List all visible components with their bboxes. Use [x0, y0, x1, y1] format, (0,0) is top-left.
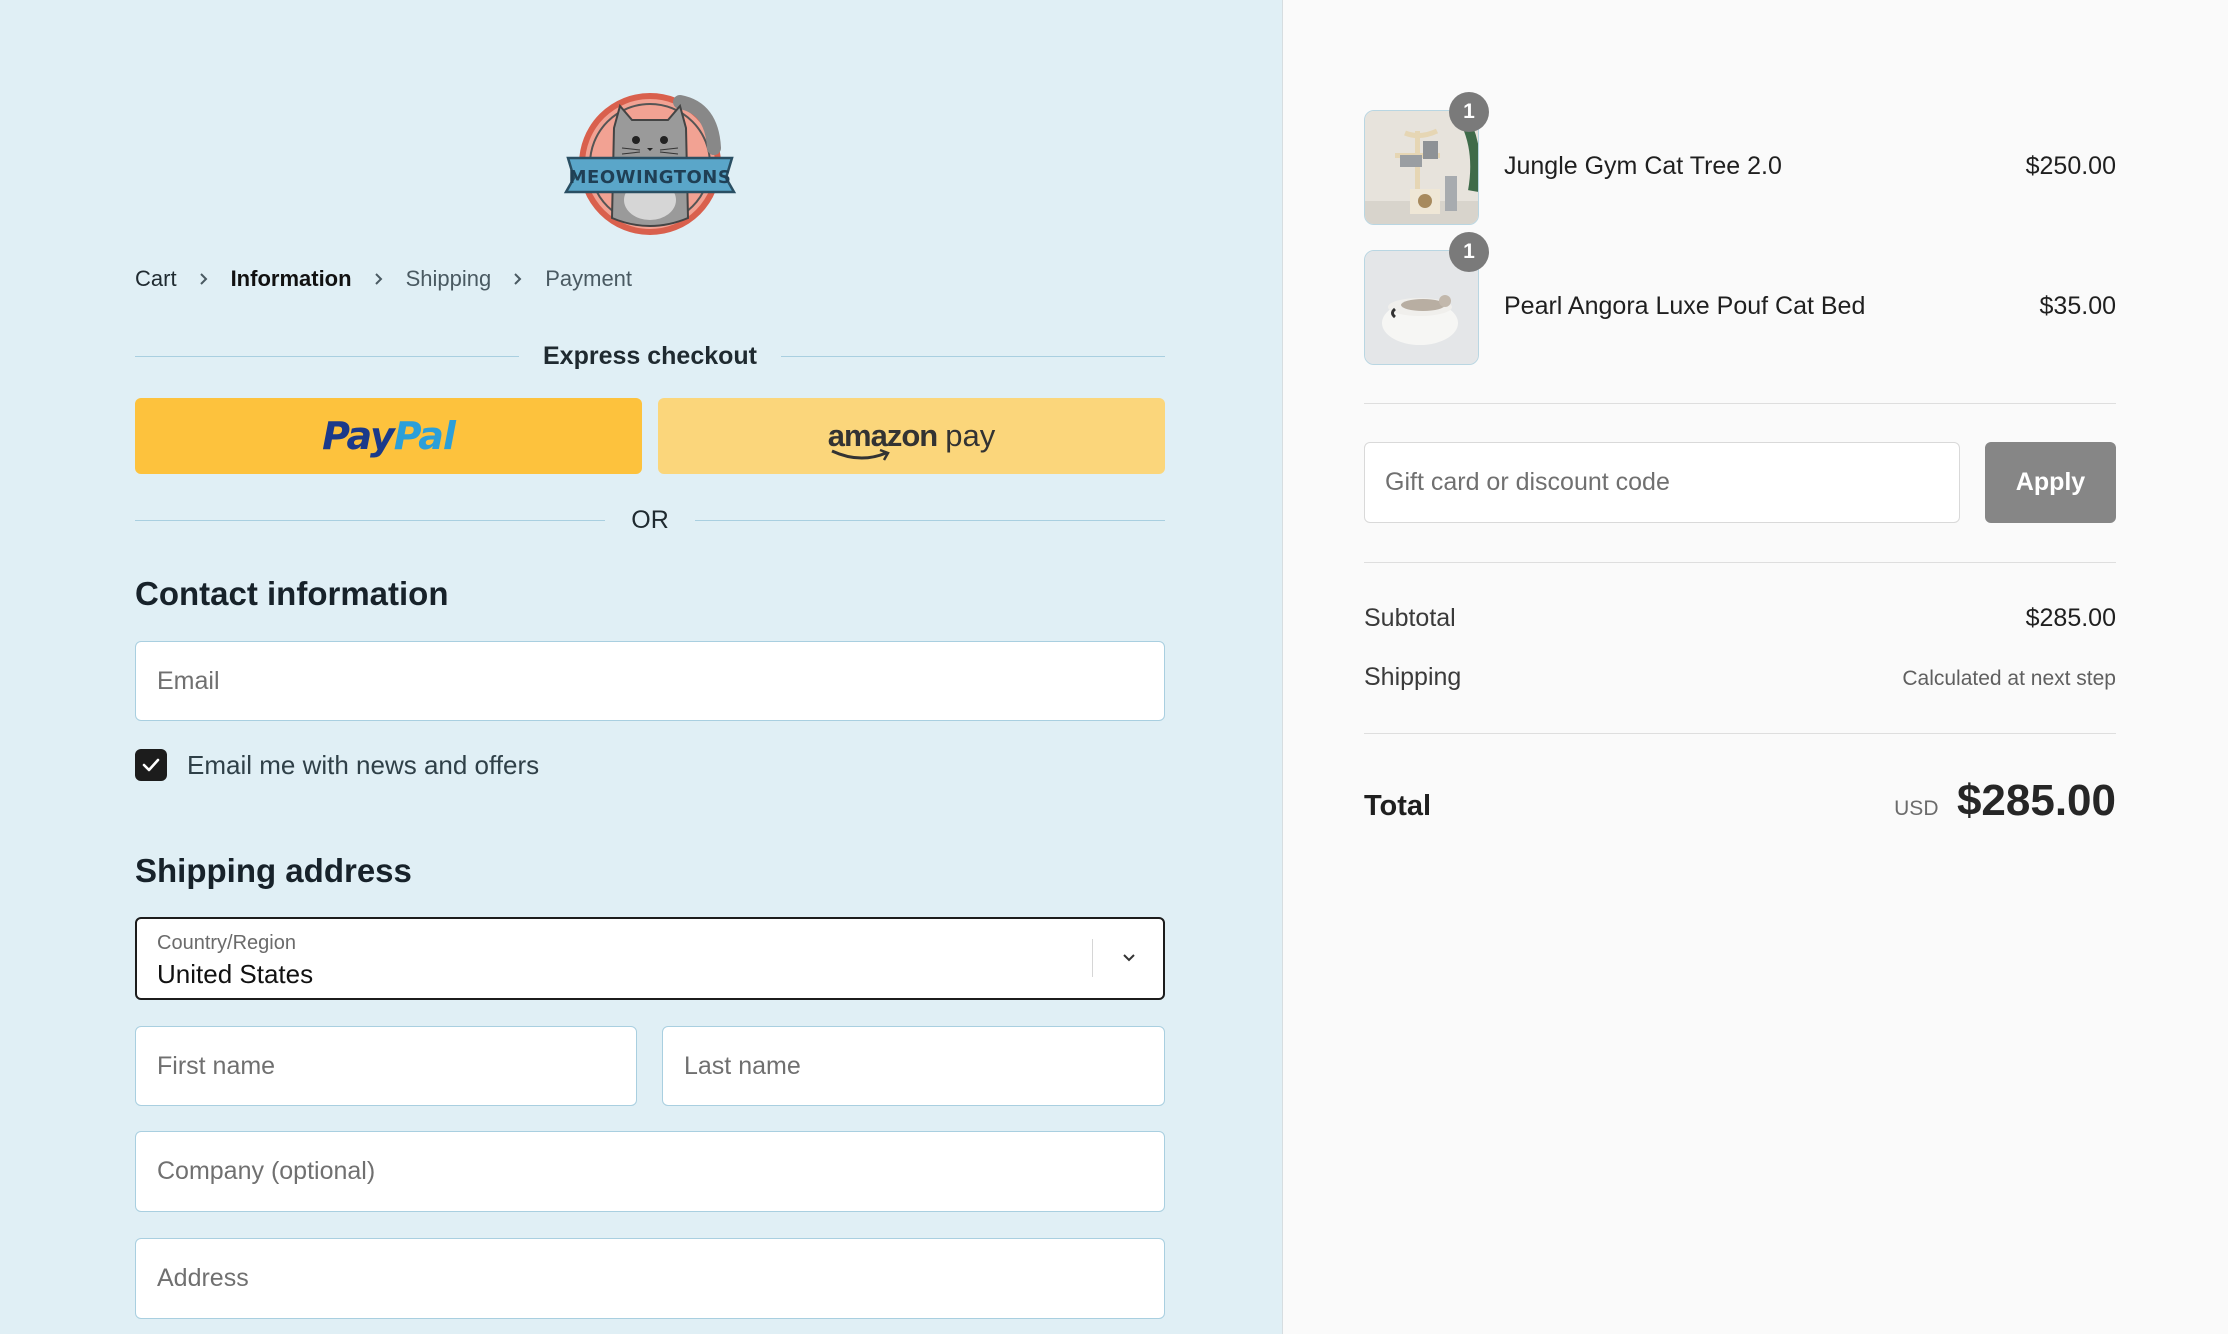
express-checkout-divider: Express checkout — [135, 342, 1165, 371]
company-input[interactable] — [157, 1132, 1164, 1211]
item-price: $250.00 — [2025, 152, 2116, 180]
cat-logo-icon: MEOWINGTONS — [563, 93, 737, 235]
cart-item: 1 Pearl Angora Luxe Pouf Cat Bed $35.00 — [1364, 232, 2116, 365]
express-checkout-heading: Express checkout — [543, 342, 757, 370]
paypal-button[interactable]: PayPal — [135, 398, 642, 474]
shipping-row: Shipping Calculated at next step — [1364, 663, 2116, 692]
first-name-field[interactable] — [135, 1026, 637, 1106]
checkmark-icon — [142, 758, 160, 772]
paypal-logo-part2: Pal — [393, 414, 456, 458]
address-field[interactable] — [135, 1238, 1165, 1319]
cart-item: 1 Jungle Gym Cat Tree 2.0 $250.00 — [1364, 92, 2116, 225]
paypal-logo-icon: PayPal — [322, 414, 456, 458]
meowingtons-logo[interactable]: MEOWINGTONS — [562, 88, 738, 236]
address-input[interactable] — [157, 1239, 1164, 1318]
item-name: Pearl Angora Luxe Pouf Cat Bed — [1504, 292, 1866, 320]
subtotal-label: Subtotal — [1364, 604, 1456, 632]
newsletter-checkbox[interactable] — [135, 749, 167, 781]
order-summary-panel: 1 Jungle Gym Cat Tree 2.0 $250.00 1 Pear… — [1283, 0, 2228, 1334]
total-currency: USD — [1894, 797, 1939, 820]
breadcrumb: Cart Information Shipping Payment — [135, 266, 632, 292]
checkout-form-panel: MEOWINGTONS Cart Information Shipping Pa… — [0, 0, 1283, 1334]
newsletter-option[interactable]: Email me with news and offers — [135, 749, 539, 781]
company-field[interactable] — [135, 1131, 1165, 1212]
amazon-logo-part2: pay — [945, 418, 996, 453]
subtotal-row: Subtotal $285.00 — [1364, 604, 2116, 633]
shipping-label: Shipping — [1364, 663, 1462, 691]
summary-divider — [1364, 403, 2116, 404]
first-name-input[interactable] — [157, 1027, 636, 1105]
contact-information-heading: Contact information — [135, 575, 449, 612]
breadcrumb-shipping: Shipping — [405, 266, 492, 291]
country-region-value: United States — [157, 959, 314, 989]
newsletter-label: Email me with news and offers — [187, 749, 540, 780]
divider-line — [135, 520, 606, 521]
divider-line — [781, 356, 1165, 357]
breadcrumb-information: Information — [230, 266, 352, 291]
item-price: $35.00 — [2039, 292, 2116, 320]
last-name-input[interactable] — [684, 1027, 1164, 1105]
breadcrumb-cart[interactable]: Cart — [135, 266, 177, 292]
total-label: Total — [1364, 790, 1432, 822]
chevron-right-icon — [199, 272, 209, 286]
last-name-field[interactable] — [662, 1026, 1165, 1106]
or-divider: OR — [135, 506, 1165, 535]
or-label: OR — [631, 506, 669, 534]
amazon-pay-button[interactable]: amazon pay — [658, 398, 1165, 474]
apply-discount-button[interactable]: Apply — [1985, 442, 2116, 523]
email-field[interactable] — [135, 641, 1165, 721]
country-region-select[interactable]: Country/Region United States — [135, 917, 1165, 1000]
email-input[interactable] — [157, 642, 1164, 720]
svg-text:MEOWINGTONS: MEOWINGTONS — [569, 167, 732, 188]
quantity-badge: 1 — [1449, 92, 1489, 132]
quantity-badge: 1 — [1449, 232, 1489, 272]
total-amount: USD $285.00 — [1894, 776, 2116, 826]
paypal-logo-part1: Pay — [322, 414, 395, 458]
chevron-down-icon — [1121, 951, 1137, 969]
discount-code-input[interactable] — [1385, 443, 1959, 522]
total-row: Total USD $285.00 — [1364, 776, 2116, 826]
shipping-address-heading: Shipping address — [135, 852, 412, 889]
divider-line — [135, 356, 519, 357]
divider-line — [694, 520, 1165, 521]
summary-divider — [1364, 562, 2116, 563]
summary-divider — [1364, 733, 2116, 734]
chevron-right-icon — [374, 272, 384, 286]
chevron-right-icon — [513, 272, 523, 286]
discount-code-field[interactable] — [1364, 442, 1960, 523]
country-region-label: Country/Region — [157, 932, 296, 954]
shipping-value: Calculated at next step — [1902, 667, 2116, 690]
breadcrumb-payment: Payment — [545, 266, 633, 291]
item-name: Jungle Gym Cat Tree 2.0 — [1504, 152, 1782, 180]
amazon-smile-icon — [831, 448, 890, 461]
select-separator — [1092, 939, 1093, 977]
total-value: $285.00 — [1956, 776, 2116, 825]
amazon-pay-logo-icon: amazon pay — [828, 418, 996, 461]
subtotal-value: $285.00 — [2025, 604, 2116, 632]
